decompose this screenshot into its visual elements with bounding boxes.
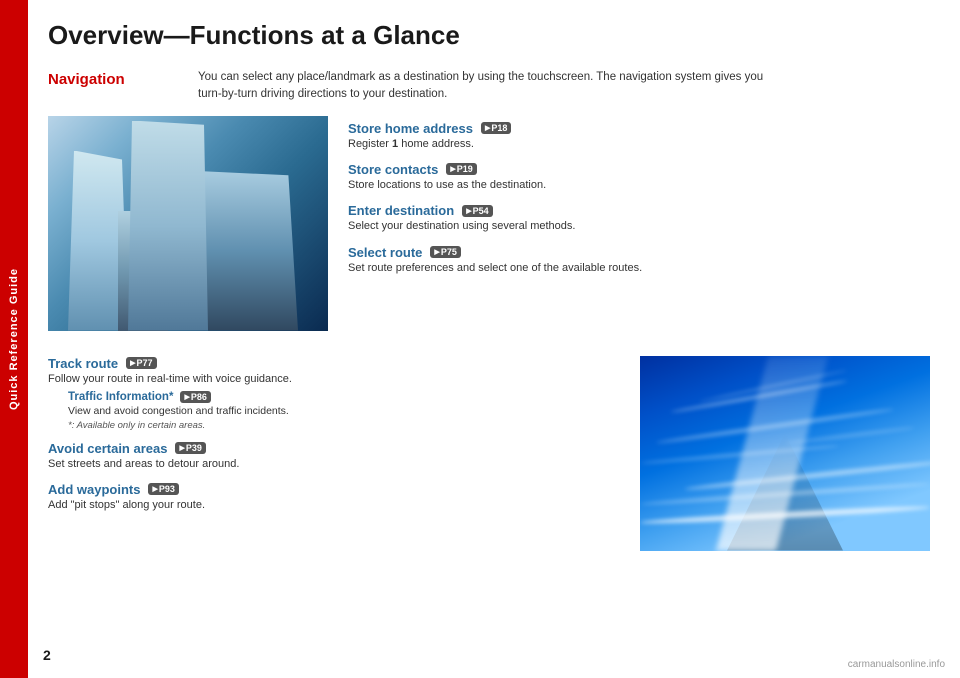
feature-enter-destination-badge: P54 — [462, 205, 492, 217]
page-number: 2 — [43, 647, 51, 663]
bottom-section: Track route P77 Follow your route in rea… — [48, 351, 930, 551]
bottom-features: Track route P77 Follow your route in rea… — [48, 351, 620, 551]
sub-feature-traffic: Traffic Information* P86 View and avoid … — [68, 391, 620, 431]
feature-add-waypoints-title: Add waypoints P93 — [48, 482, 620, 497]
feature-store-contacts: Store contacts P19 Store locations to us… — [348, 162, 930, 193]
nav-header: Navigation You can select any place/land… — [48, 69, 930, 104]
feature-avoid-areas: Avoid certain areas P39 Set streets and … — [48, 441, 620, 472]
feature-avoid-areas-desc: Set streets and areas to detour around. — [48, 457, 620, 472]
feature-track-route-title: Track route P77 — [48, 356, 620, 371]
feature-add-waypoints-badge: P93 — [148, 483, 178, 495]
feature-enter-destination-desc: Select your destination using several me… — [348, 219, 930, 234]
feature-track-route-desc: Follow your route in real-time with voic… — [48, 372, 620, 387]
watermark: carmanualsonline.info — [848, 659, 945, 670]
sidebar-label: Quick Reference Guide — [8, 268, 20, 410]
building-shape-1 — [178, 171, 298, 331]
feature-store-contacts-title: Store contacts P19 — [348, 162, 930, 177]
feature-store-contacts-badge: P19 — [446, 163, 476, 175]
feature-store-home-title: Store home address P18 — [348, 121, 930, 136]
sub-feature-traffic-note: *: Available only in certain areas. — [68, 420, 620, 431]
feature-add-waypoints: Add waypoints P93 Add "pit stops" along … — [48, 482, 620, 513]
feature-enter-destination: Enter destination P54 Select your destin… — [348, 203, 930, 234]
feature-track-route: Track route P77 Follow your route in rea… — [48, 356, 620, 431]
feature-avoid-areas-title: Avoid certain areas P39 — [48, 441, 620, 456]
feature-list: Store home address P18 Register 1 home a… — [348, 116, 930, 331]
top-content: Store home address P18 Register 1 home a… — [48, 116, 930, 331]
building-shape-2 — [118, 211, 168, 331]
sub-feature-traffic-title: Traffic Information* P86 — [68, 391, 620, 403]
feature-store-contacts-desc: Store locations to use as the destinatio… — [348, 178, 930, 193]
feature-store-home-badge: P18 — [481, 122, 511, 134]
main-content: Overview—Functions at a Glance Navigatio… — [28, 0, 960, 678]
feature-select-route-badge: P75 — [430, 246, 460, 258]
feature-avoid-areas-badge: P39 — [175, 442, 205, 454]
feature-select-route-desc: Set route preferences and select one of … — [348, 261, 930, 276]
feature-store-home-desc: Register 1 home address. — [348, 137, 930, 152]
sub-feature-traffic-desc: View and avoid congestion and traffic in… — [68, 404, 620, 419]
feature-enter-destination-title: Enter destination P54 — [348, 203, 930, 218]
section-description: You can select any place/landmark as a d… — [198, 69, 778, 104]
feature-store-home: Store home address P18 Register 1 home a… — [348, 121, 930, 152]
building-image — [48, 116, 328, 331]
section-title: Navigation — [48, 69, 198, 88]
road-image — [640, 356, 930, 551]
feature-select-route: Select route P75 Set route preferences a… — [348, 245, 930, 276]
page-title: Overview—Functions at a Glance — [48, 20, 930, 51]
feature-track-route-badge: P77 — [126, 357, 156, 369]
sidebar: Quick Reference Guide — [0, 0, 28, 678]
sub-feature-traffic-badge: P86 — [180, 391, 210, 403]
feature-add-waypoints-desc: Add "pit stops" along your route. — [48, 498, 620, 513]
road-streaks — [640, 356, 930, 551]
feature-select-route-title: Select route P75 — [348, 245, 930, 260]
